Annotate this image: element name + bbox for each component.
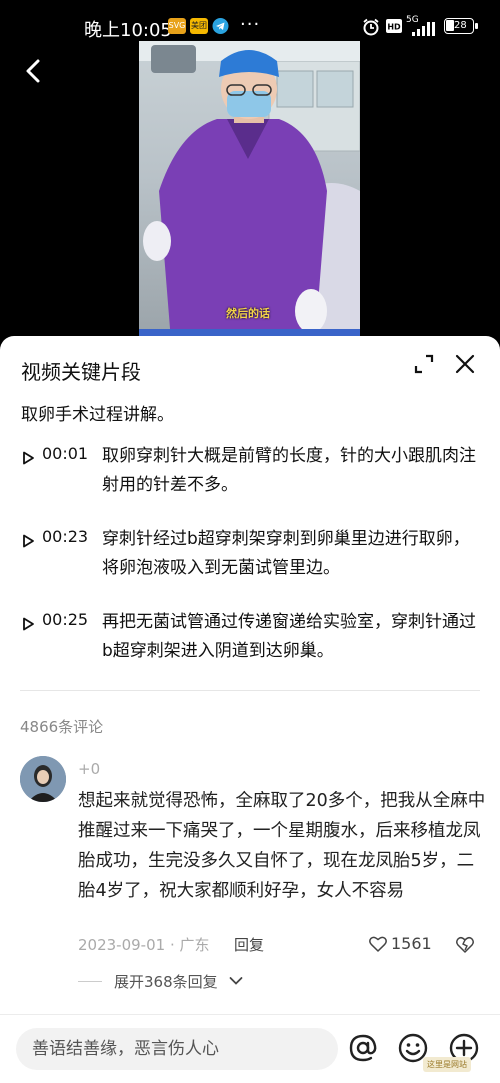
expand-divider (78, 981, 102, 982)
key-segment[interactable]: 00:23 穿刺针经过b超穿刺架穿刺到卵巢里边进行取卵，将卵泡液吸入到无菌试管里… (21, 525, 491, 589)
signal-icon (412, 22, 435, 36)
segment-description: 再把无菌试管通过传递窗递给实验室，穿刺针通过b超穿刺架进入阴道到达卵巢。 (102, 612, 476, 661)
svg-text:HD: HD (387, 23, 401, 32)
dislike-icon[interactable] (455, 934, 475, 954)
segment-description: 取卵穿刺针大概是前臂的长度，针的大小跟肌肉注射用的针差不多。 (102, 446, 476, 495)
chevron-down-icon[interactable] (229, 976, 243, 986)
segment-timestamp[interactable]: 00:01 (42, 444, 88, 463)
like-count: 1561 (391, 934, 432, 953)
telegram-icon (212, 18, 229, 34)
close-icon[interactable] (454, 353, 476, 375)
app-badge-meituan: 美团 (190, 18, 208, 34)
more-notifications-icon: ··· (240, 14, 261, 35)
comment-input-bar (0, 1014, 500, 1083)
sheet-title: 视频关键片段 (21, 360, 141, 384)
segment-timestamp[interactable]: 00:23 (42, 527, 88, 546)
video-subtitle: 然后的话 (226, 307, 270, 320)
comment-text: 想起来就觉得恐怖，全麻取了20多个，把我从全麻中推醒过来一下痛哭了，一个星期腹水… (78, 791, 486, 901)
mention-icon[interactable] (347, 1032, 379, 1064)
segment-description: 穿刺针经过b超穿刺架穿刺到卵巢里边进行取卵，将卵泡液吸入到无菌试管里边。 (102, 529, 470, 578)
battery-tip (475, 23, 478, 29)
comment-meta: 2023-09-01 · 广东 (78, 936, 210, 954)
app-badge-svg: SVG (168, 18, 186, 34)
play-icon (23, 534, 34, 548)
avatar[interactable] (20, 756, 66, 802)
reply-button[interactable]: 回复 (234, 934, 264, 955)
comment-input[interactable] (16, 1028, 338, 1070)
site-watermark: 这里是网站 (423, 1057, 471, 1072)
video-frame[interactable]: 然后的话 (139, 41, 360, 341)
key-segment[interactable]: 00:25 再把无菌试管通过传递窗递给实验室，穿刺针通过b超穿刺架进入阴道到达卵… (21, 608, 491, 672)
play-icon (23, 451, 34, 465)
key-segment[interactable]: 00:01 取卵穿刺针大概是前臂的长度，针的大小跟肌肉注射用的针差不多。 (21, 442, 491, 506)
hd-icon: HD (386, 19, 402, 33)
video-scene (139, 41, 360, 341)
battery-icon: 28 (444, 18, 474, 34)
heart-icon (369, 936, 387, 952)
collapse-icon[interactable] (414, 354, 434, 374)
video-player[interactable]: 然后的话 (0, 41, 500, 341)
expand-replies-button[interactable]: 展开368条回复 (114, 971, 218, 992)
status-time: 晚上10:05 (84, 20, 172, 41)
key-segments-sheet: 视频关键片段 取卵手术过程讲解。 00:01 取卵穿刺针大概是前臂的长度，针的大… (0, 336, 500, 1083)
segment-timestamp[interactable]: 00:25 (42, 610, 88, 629)
sheet-summary: 取卵手术过程讲解。 (21, 405, 174, 425)
avatar-image (20, 756, 66, 802)
comment-username[interactable]: +0 (78, 760, 100, 778)
back-arrow-icon[interactable] (20, 57, 48, 85)
comment-count: 4866条评论 (20, 718, 104, 736)
section-divider (20, 690, 480, 691)
play-icon (23, 617, 34, 631)
alarm-icon (363, 18, 379, 36)
battery-level: 28 (454, 20, 467, 31)
